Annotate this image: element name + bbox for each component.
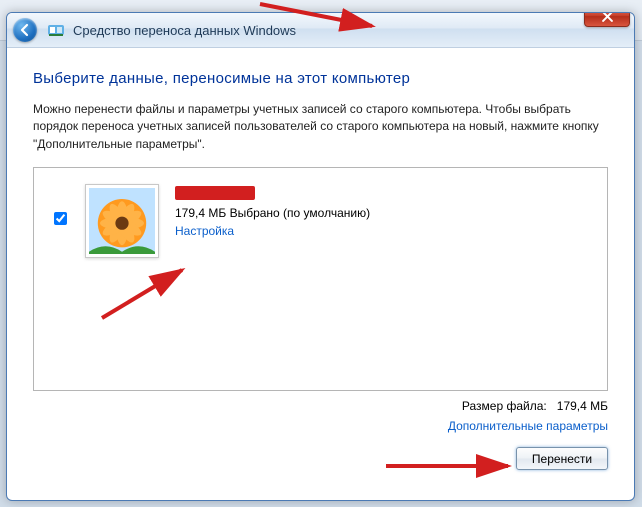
app-icon (47, 21, 65, 39)
window-title: Средство переноса данных Windows (73, 23, 296, 38)
wizard-window: Средство переноса данных Windows Выберит… (6, 12, 635, 501)
button-row: Перенести (33, 433, 608, 470)
file-size-value: 179,4 МБ (557, 399, 608, 413)
page-heading: Выберите данные, переносимые на этот ком… (33, 70, 608, 87)
file-size-line: Размер файла: 179,4 МБ (462, 399, 608, 413)
account-row: 179,4 МБ Выбрано (по умолчанию) Настройк… (48, 184, 593, 258)
account-checkbox[interactable] (54, 212, 67, 225)
back-button[interactable] (13, 18, 37, 42)
flower-icon (89, 188, 155, 254)
customize-link[interactable]: Настройка (175, 224, 234, 238)
footer: Размер файла: 179,4 МБ Дополнительные па… (33, 391, 608, 433)
advanced-options-link[interactable]: Дополнительные параметры (448, 419, 608, 433)
account-details: 179,4 МБ Выбрано (по умолчанию) Настройк… (175, 184, 370, 238)
accounts-listbox: 179,4 МБ Выбрано (по умолчанию) Настройк… (33, 167, 608, 391)
account-avatar (85, 184, 159, 258)
client-area: Выберите данные, переносимые на этот ком… (7, 48, 634, 500)
close-icon (602, 12, 613, 22)
instructions-text: Можно перенести файлы и параметры учетны… (33, 101, 608, 153)
file-size-label: Размер файла: (462, 399, 547, 413)
close-button[interactable] (584, 12, 630, 27)
titlebar: Средство переноса данных Windows (7, 13, 634, 48)
arrow-left-icon (18, 23, 32, 37)
account-name-redacted (175, 186, 255, 200)
transfer-button[interactable]: Перенести (516, 447, 608, 470)
account-selected-size: 179,4 МБ Выбрано (по умолчанию) (175, 206, 370, 220)
